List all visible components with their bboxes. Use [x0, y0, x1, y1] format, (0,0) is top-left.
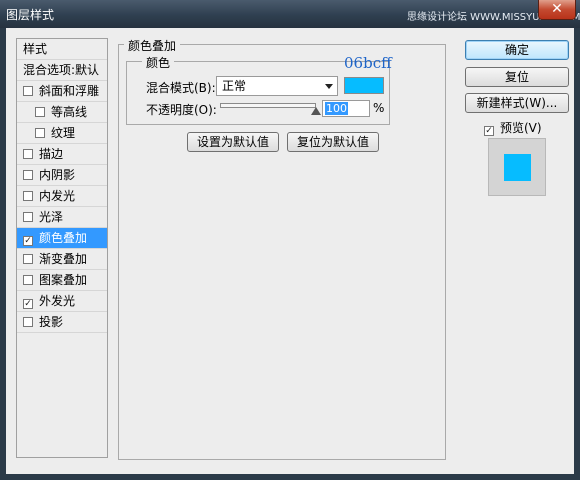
reset-button[interactable]: 复位	[465, 67, 569, 87]
style-item[interactable]: 斜面和浮雕	[17, 81, 107, 102]
style-item-label: 颜色叠加	[39, 231, 88, 245]
close-button[interactable]: ✕	[538, 0, 576, 20]
style-item[interactable]: ✓ 外发光	[17, 291, 107, 312]
styles-header[interactable]: 样式	[17, 39, 107, 60]
overlay-color-swatch[interactable]	[344, 77, 384, 94]
preview-label: 预览(V)	[500, 121, 542, 135]
set-default-button[interactable]: 设置为默认值	[187, 132, 279, 152]
style-item-label: 等高线	[51, 105, 88, 119]
opacity-label: 不透明度(O):	[146, 103, 217, 117]
preview-checkbox[interactable]: ✓	[484, 126, 494, 136]
style-item[interactable]: 投影	[17, 312, 107, 333]
style-item-checkbox[interactable]	[35, 128, 45, 138]
style-item-checkbox[interactable]	[23, 86, 33, 96]
style-item-checkbox[interactable]	[23, 317, 33, 327]
style-list: 样式 混合选项:默认 斜面和浮雕等高线纹理描边内阴影内发光光泽 ✓ 颜色叠加渐变叠加…	[16, 38, 108, 458]
style-item-checkbox[interactable]	[23, 275, 33, 285]
blend-options-item[interactable]: 混合选项:默认	[17, 60, 107, 81]
opacity-slider[interactable]	[220, 103, 316, 108]
style-item[interactable]: 光泽	[17, 207, 107, 228]
style-item[interactable]: 等高线	[17, 102, 107, 123]
hex-annotation: 06bcff	[344, 54, 392, 72]
blend-mode-select[interactable]: 正常	[216, 76, 338, 96]
style-item-checkbox[interactable]	[23, 254, 33, 264]
style-item-checkbox[interactable]: ✓	[23, 299, 33, 309]
style-item-checkbox[interactable]: ✓	[23, 236, 33, 246]
title-bar[interactable]: 图层样式 思缘设计论坛 WWW.MISSYUAN.COM ✕	[0, 0, 580, 28]
preview-toggle[interactable]: ✓ 预览(V)	[484, 119, 542, 136]
style-item-checkbox[interactable]	[23, 191, 33, 201]
blend-mode-value: 正常	[222, 79, 247, 93]
style-item-label: 投影	[39, 315, 64, 329]
chevron-down-icon	[325, 84, 333, 89]
layer-style-dialog: 样式 混合选项:默认 斜面和浮雕等高线纹理描边内阴影内发光光泽 ✓ 颜色叠加渐变叠加…	[6, 28, 574, 474]
style-item[interactable]: 描边	[17, 144, 107, 165]
new-style-button[interactable]: 新建样式(W)...	[465, 93, 569, 113]
style-item[interactable]: 图案叠加	[17, 270, 107, 291]
style-item-checkbox[interactable]	[23, 170, 33, 180]
styles-header-label: 样式	[23, 42, 48, 56]
opacity-value: 100	[325, 102, 348, 115]
style-item[interactable]: 纹理	[17, 123, 107, 144]
style-item-label: 渐变叠加	[39, 252, 88, 266]
style-preview	[488, 138, 546, 196]
style-item-checkbox[interactable]	[23, 212, 33, 222]
preview-swatch	[504, 154, 531, 181]
style-item-checkbox[interactable]	[35, 107, 45, 117]
style-item-label: 光泽	[39, 210, 64, 224]
style-item-label: 内阴影	[39, 168, 76, 182]
window-title: 图层样式	[6, 8, 55, 22]
style-item-label: 描边	[39, 147, 64, 161]
section-title: 颜色叠加	[124, 37, 181, 54]
opacity-slider-thumb[interactable]	[311, 107, 321, 115]
style-item-label: 外发光	[39, 294, 76, 308]
blend-options-label: 混合选项:默认	[23, 63, 100, 77]
style-item-label: 斜面和浮雕	[39, 84, 100, 98]
blend-mode-label: 混合模式(B):	[146, 81, 216, 95]
style-item[interactable]: 渐变叠加	[17, 249, 107, 270]
style-item[interactable]: 内阴影	[17, 165, 107, 186]
style-item-label: 图案叠加	[39, 273, 88, 287]
style-item-checkbox[interactable]	[23, 149, 33, 159]
close-icon: ✕	[551, 1, 563, 17]
style-item-label: 内发光	[39, 189, 76, 203]
style-item-label: 纹理	[51, 126, 76, 140]
opacity-input[interactable]: 100	[322, 100, 370, 117]
reset-default-button[interactable]: 复位为默认值	[287, 132, 379, 152]
opacity-unit: %	[373, 101, 385, 115]
style-item[interactable]: 内发光	[17, 186, 107, 207]
group-title: 颜色	[142, 54, 175, 71]
ok-button[interactable]: 确定	[465, 40, 569, 60]
style-item[interactable]: ✓ 颜色叠加	[17, 228, 107, 249]
